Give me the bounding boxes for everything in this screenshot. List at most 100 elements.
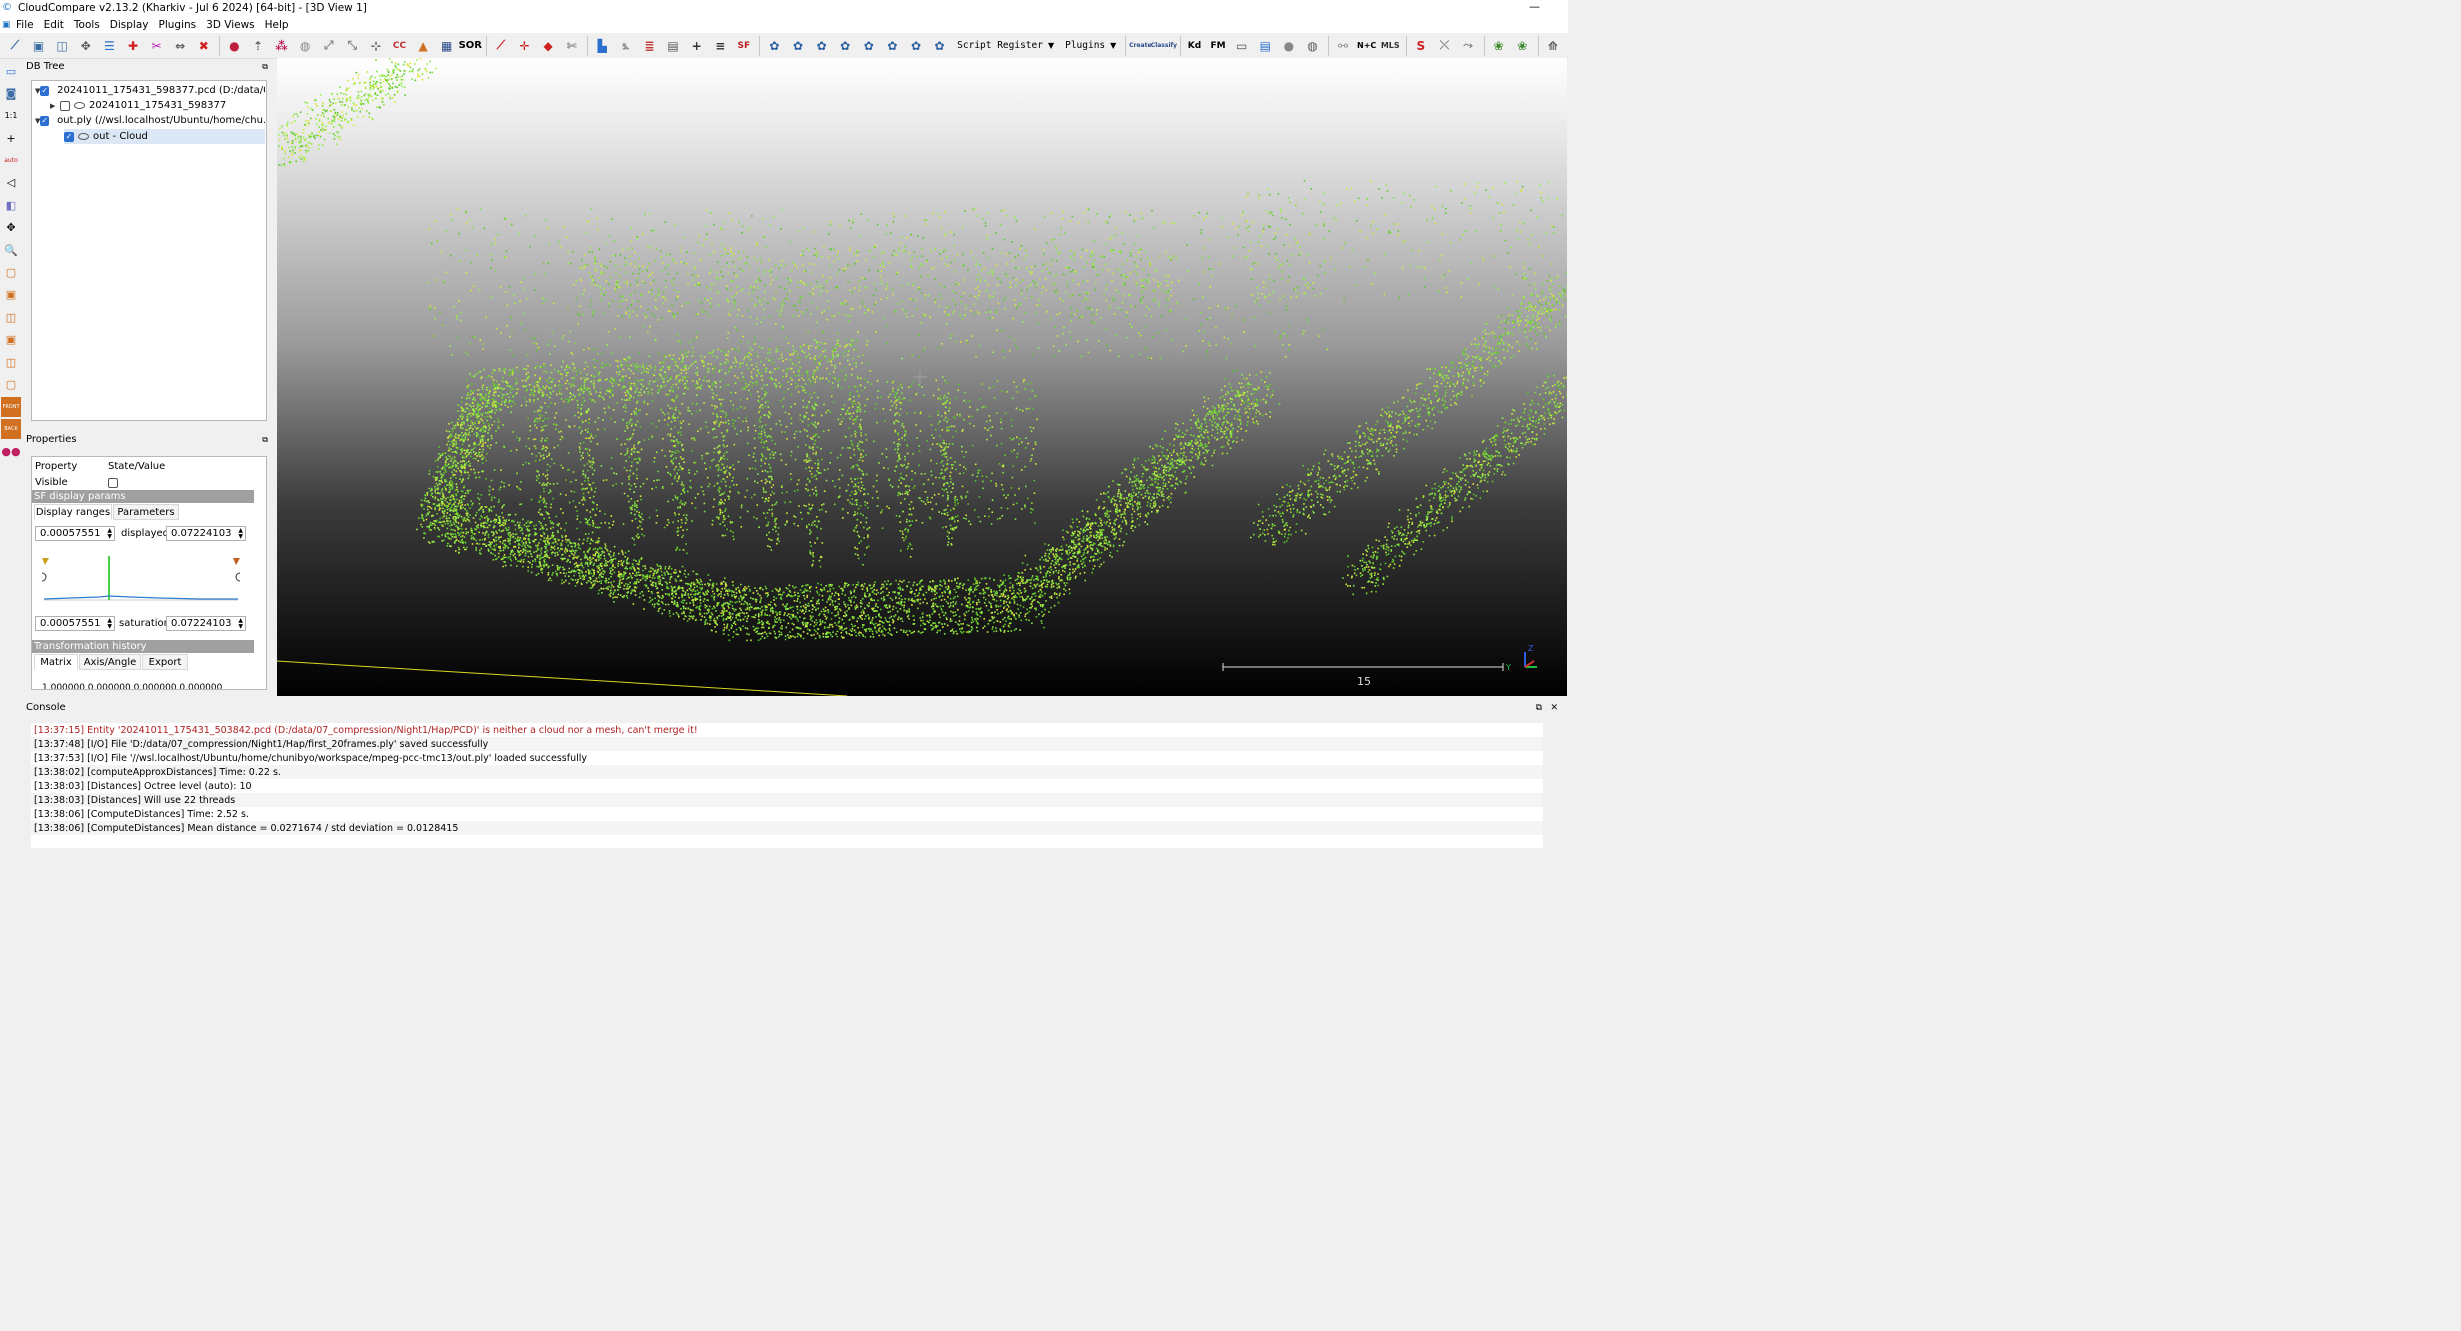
python-info-icon[interactable]: ✿: [811, 35, 833, 57]
crosshair-icon[interactable]: +: [1, 128, 21, 148]
ransac-icon[interactable]: ⤳: [1457, 35, 1479, 57]
tree-checkbox[interactable]: ✓: [64, 131, 74, 142]
tree-item[interactable]: ▼ ✓ 20241011_175431_598377.pcd (D:/data/…: [35, 83, 265, 98]
collapse-arrow-icon[interactable]: ▶: [50, 102, 60, 110]
menu-tools[interactable]: Tools: [74, 19, 100, 31]
transformation-history-section[interactable]: Transformation history: [32, 640, 254, 653]
light-icon[interactable]: ◧: [1, 195, 21, 215]
view-back-icon[interactable]: ▣: [1, 330, 21, 350]
display-min-input[interactable]: 0.00057551 ▲ ▼: [35, 526, 115, 541]
python-run-icon[interactable]: ✿: [787, 35, 809, 57]
minimize-button[interactable]: —: [1529, 0, 1540, 13]
tab-parameters[interactable]: Parameters: [113, 504, 179, 520]
delete-icon[interactable]: ✖: [193, 35, 215, 57]
align-icon[interactable]: ⤢: [318, 35, 340, 57]
sf-display-params-section[interactable]: SF display params: [32, 490, 254, 503]
sor-filter-icon[interactable]: SOR: [459, 35, 482, 57]
spin-arrows-icon[interactable]: ▲ ▼: [238, 527, 243, 540]
kd-tree-icon[interactable]: Kd: [1184, 35, 1206, 57]
sf-histogram[interactable]: [40, 553, 242, 608]
tab-axis-angle[interactable]: Axis/Angle: [79, 654, 141, 670]
python-icon[interactable]: ✿: [763, 35, 785, 57]
close-icon[interactable]: ✕: [1550, 703, 1558, 713]
max-slider-handle[interactable]: [233, 558, 240, 565]
n-plus-c-icon[interactable]: N+C: [1356, 35, 1378, 57]
translate-rotate-icon[interactable]: ⇔: [169, 35, 191, 57]
tab-display-ranges[interactable]: Display ranges: [34, 504, 112, 520]
tree-checkbox[interactable]: ✓: [40, 85, 50, 96]
zoom-1to1-icon[interactable]: 1:1: [1, 106, 21, 126]
spin-arrows-icon[interactable]: ▲ ▼: [107, 617, 112, 630]
tab-export[interactable]: Export: [142, 654, 188, 670]
min-saturation-marker[interactable]: [41, 572, 47, 582]
register-icon[interactable]: ⤡: [341, 35, 363, 57]
tab-matrix[interactable]: Matrix: [34, 654, 78, 670]
tree-checkbox[interactable]: [60, 100, 70, 111]
python-package-icon[interactable]: ✿: [881, 35, 903, 57]
view-bottom-icon[interactable]: ▢: [1, 374, 21, 394]
python-repl-icon[interactable]: ✿: [834, 35, 856, 57]
tree-item[interactable]: ▼ ✓ out.ply (//wsl.localhost/Ubuntu/home…: [35, 113, 265, 128]
cloud-mesh-distance-icon[interactable]: ▲: [412, 35, 434, 57]
min-slider-handle[interactable]: [42, 558, 49, 565]
save-icon[interactable]: ▣: [28, 35, 50, 57]
menu-edit[interactable]: Edit: [44, 19, 64, 31]
canupo-create-icon[interactable]: Create: [1129, 35, 1151, 57]
screenshot-icon[interactable]: ▭: [1, 61, 21, 81]
view-right-icon[interactable]: ◫: [1, 352, 21, 372]
menu-plugins[interactable]: Plugins: [159, 19, 197, 31]
open-file-icon[interactable]: ⟋: [4, 35, 26, 57]
spin-arrows-icon[interactable]: ▲ ▼: [107, 527, 112, 540]
cloud-cloud-distance-icon[interactable]: CC: [389, 35, 411, 57]
display-max-input[interactable]: 0.07224103 ▲ ▼: [166, 526, 246, 541]
camera-icon[interactable]: ◙: [1, 83, 21, 103]
globe-icon[interactable]: ◍: [1301, 35, 1323, 57]
tree-item[interactable]: ▶ 20241011_175431_598377: [50, 98, 265, 113]
statistics-icon[interactable]: ⦩: [615, 35, 637, 57]
scissors-icon[interactable]: ✄: [561, 35, 583, 57]
rgb-icon[interactable]: ●: [223, 35, 245, 57]
perspective-icon[interactable]: ◁: [1, 173, 21, 193]
sf-arithmetic-icon[interactable]: ≡: [709, 35, 731, 57]
visible-checkbox[interactable]: [108, 478, 118, 488]
sf-icon[interactable]: SF: [733, 35, 755, 57]
script-register-combo[interactable]: Script Register: [957, 40, 1043, 51]
menu-file[interactable]: File: [16, 19, 34, 31]
mdi-window-icon[interactable]: ▣: [2, 20, 12, 30]
menu-3d-views[interactable]: 3D Views: [206, 19, 255, 31]
normals-icon[interactable]: ⇡: [247, 35, 269, 57]
mls-icon[interactable]: MLS: [1379, 35, 1401, 57]
csv-icon[interactable]: ▤: [1254, 35, 1276, 57]
undock-icon[interactable]: ⧉: [262, 435, 268, 445]
link-icon[interactable]: ⚯: [1332, 35, 1354, 57]
python-doc-icon[interactable]: ✿: [905, 35, 927, 57]
tree-item-selected[interactable]: ✓ out - Cloud: [64, 129, 265, 144]
move-icon[interactable]: ✥: [1, 218, 21, 238]
point-picking-icon[interactable]: ✚: [122, 35, 144, 57]
3d-view[interactable]: 15 Y Z: [277, 58, 1567, 696]
saturation-min-input[interactable]: 0.00057551 ▲ ▼: [35, 616, 115, 631]
view-left-icon[interactable]: ◫: [1, 307, 21, 327]
list-icon[interactable]: ☰: [98, 35, 120, 57]
fine-registration-icon[interactable]: ⊹: [365, 35, 387, 57]
extra-tools-icon[interactable]: ⟰: [1542, 35, 1564, 57]
clipping-box-icon[interactable]: ◆: [537, 35, 559, 57]
gradient-icon[interactable]: ≣: [638, 35, 660, 57]
view-front-icon[interactable]: ▣: [1, 285, 21, 305]
chevron-down-icon[interactable]: ▼: [1048, 41, 1054, 50]
canupo-classify-icon[interactable]: Classify: [1151, 35, 1177, 57]
filter-icon[interactable]: ▤: [662, 35, 684, 57]
front-iso-icon[interactable]: FRONT: [1, 396, 21, 417]
facets-icon[interactable]: FM: [1207, 35, 1229, 57]
view-top-icon[interactable]: ▢: [1, 263, 21, 283]
spin-arrows-icon[interactable]: ▲ ▼: [238, 617, 243, 630]
cross-section-icon[interactable]: ⟋: [490, 35, 512, 57]
sphere-icon[interactable]: ●: [1278, 35, 1300, 57]
pick-rotation-center-icon[interactable]: ✥: [75, 35, 97, 57]
subsample-icon[interactable]: ⁂: [271, 35, 293, 57]
back-iso-icon[interactable]: BACK: [1, 419, 21, 440]
point-cloud-render[interactable]: 15 Y Z: [277, 58, 1567, 696]
rasterize-icon[interactable]: ▦: [436, 35, 458, 57]
menu-display[interactable]: Display: [110, 19, 149, 31]
segment-icon[interactable]: ✂: [146, 35, 168, 57]
